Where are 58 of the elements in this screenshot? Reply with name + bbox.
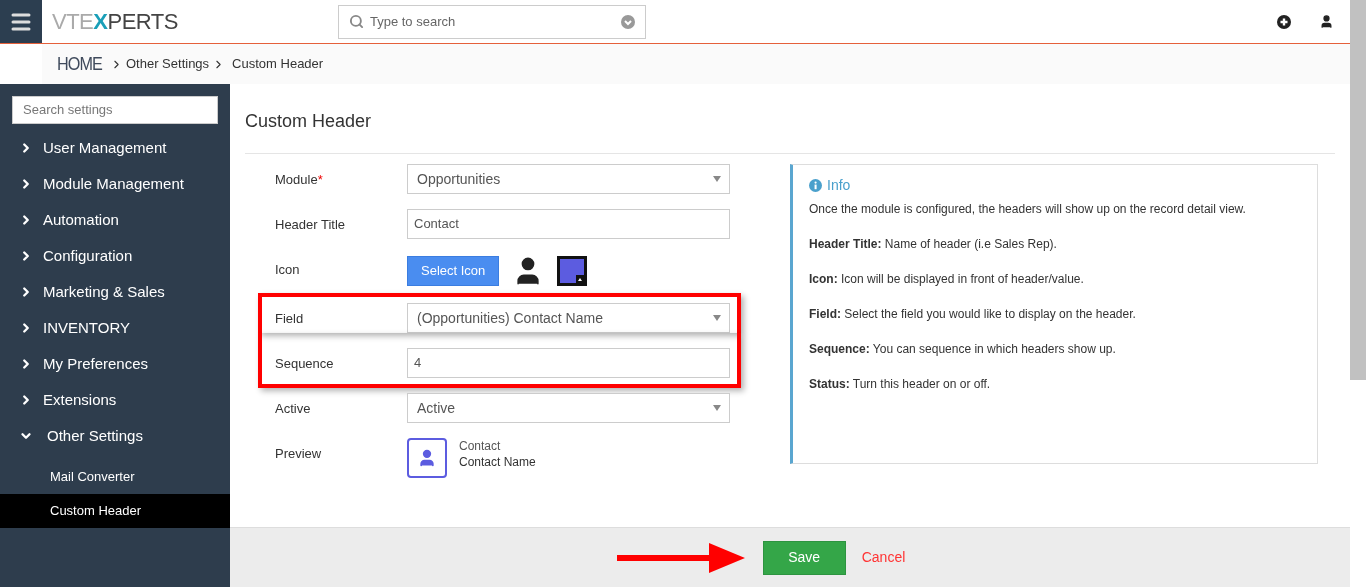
sidebar-item[interactable]: INVENTORY xyxy=(0,310,230,346)
chevron-down-icon xyxy=(620,14,635,29)
field-label: Header Title xyxy=(275,217,346,232)
user-icon xyxy=(1319,14,1334,29)
user-button[interactable] xyxy=(1319,14,1334,29)
sidebar-item[interactable]: Configuration xyxy=(0,238,230,274)
input-field[interactable]: 4 xyxy=(407,348,730,378)
select-field[interactable]: (Opportunities) Contact Name xyxy=(407,303,730,333)
caret-icon xyxy=(713,176,721,182)
field-label: Field xyxy=(275,311,304,326)
sidebar-item[interactable]: Other Settings xyxy=(0,418,230,454)
input-field[interactable]: Contact xyxy=(407,209,730,239)
sidebar-item[interactable]: Module Management xyxy=(0,166,230,202)
search-field[interactable]: Type to search xyxy=(337,4,646,39)
plus-circle-icon xyxy=(1277,14,1291,29)
logo[interactable]: VTEXPERTS xyxy=(52,5,178,38)
breadcrumb-link[interactable]: Other Settings xyxy=(126,54,210,74)
field-label: Module xyxy=(275,172,318,187)
field-label: Preview xyxy=(275,446,322,461)
sidebar-item[interactable]: Extensions xyxy=(0,382,230,418)
sidebar-item[interactable]: Marketing & Sales xyxy=(0,274,230,310)
caret-up-icon xyxy=(576,275,585,283)
info-text: Status: Turn this header on or off. xyxy=(809,376,992,393)
info-title: Info xyxy=(827,176,851,195)
sidebar-item[interactable]: User Management xyxy=(0,130,230,166)
scrollbar[interactable] xyxy=(1350,0,1366,380)
field-label: Icon xyxy=(275,262,300,277)
field-label: Active xyxy=(275,401,311,416)
caret-icon xyxy=(713,405,721,411)
sidebar-subitem[interactable]: Custom Header xyxy=(0,494,230,528)
menu-button[interactable] xyxy=(0,0,42,43)
sidebar-item[interactable]: Automation xyxy=(0,202,230,238)
field-label: Sequence xyxy=(275,356,334,371)
required-mark: * xyxy=(317,172,323,187)
add-button[interactable] xyxy=(1277,14,1291,29)
preview-value: Contact Name xyxy=(459,454,536,470)
info-text: Once the module is configured, the headers will show up on the record detail view. xyxy=(809,201,1247,218)
info-text: Sequence: You can sequence in which headers show up. xyxy=(809,341,1117,358)
info-text: Icon: Icon will be displayed in front of header/value. xyxy=(809,271,1085,288)
breadcrumb-current: Custom Header xyxy=(232,55,324,74)
search-icon xyxy=(348,14,364,29)
sidebar-subitem[interactable]: Mail Converter xyxy=(0,460,230,494)
caret-icon xyxy=(713,315,721,321)
person-icon xyxy=(417,448,437,468)
settings-search-field[interactable]: Search settings xyxy=(12,96,218,124)
select-field[interactable]: Opportunities xyxy=(407,164,730,194)
info-text: Field: Select the field you would like to display on the header. xyxy=(809,306,1137,323)
select-field[interactable]: Active xyxy=(407,393,730,423)
select-value: Opportunities xyxy=(417,169,501,189)
color-swatch[interactable] xyxy=(557,256,588,286)
select-value: Active xyxy=(417,398,456,418)
sidebar-item[interactable]: My Preferences xyxy=(0,346,230,382)
page-title: Custom Header xyxy=(245,110,373,133)
info-text: Header Title: Name of header (i.e Sales Rep). xyxy=(809,236,1058,253)
info-icon xyxy=(809,179,822,192)
preview-title: Contact xyxy=(459,438,502,454)
select-value: (Opportunities) Contact Name xyxy=(417,308,603,328)
breadcrumb-home[interactable]: HOME xyxy=(57,50,102,78)
